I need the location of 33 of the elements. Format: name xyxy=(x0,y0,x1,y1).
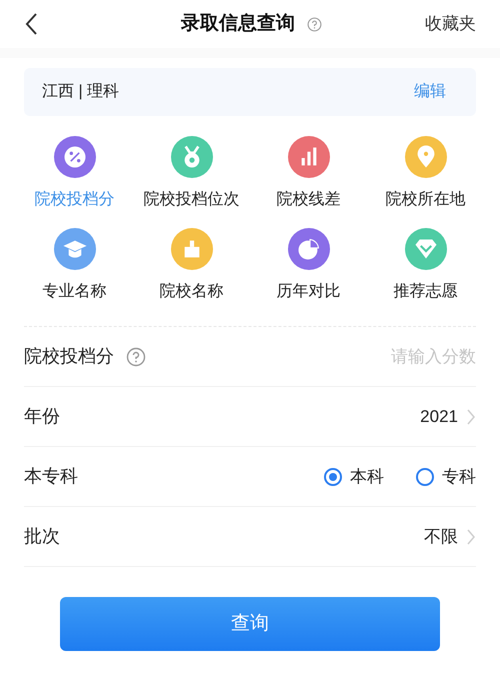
region-text: 江西 | 理科 xyxy=(42,82,120,102)
radio-button[interactable] xyxy=(416,468,434,486)
help-icon[interactable] xyxy=(307,16,322,32)
select-value[interactable]: 不限 xyxy=(424,524,476,550)
pie-icon xyxy=(288,228,330,270)
page-title: 录取信息查询 xyxy=(181,12,295,36)
cap-icon xyxy=(54,228,96,270)
medal-icon xyxy=(170,136,212,178)
category-item[interactable]: 专业名称 xyxy=(16,228,133,304)
radio-label[interactable]: 本科 xyxy=(350,464,384,490)
chart-icon xyxy=(288,136,330,178)
back-icon[interactable] xyxy=(24,12,38,36)
field-label: 本专科 xyxy=(24,465,78,488)
castle-icon xyxy=(170,228,212,270)
category-item[interactable]: 院校所在地 xyxy=(367,136,484,212)
field-label: 年份 xyxy=(24,405,60,428)
category-item[interactable]: 历年对比 xyxy=(250,228,367,304)
category-item[interactable]: 院校名称 xyxy=(133,228,250,304)
chevron-right-icon xyxy=(466,408,476,426)
percent-icon xyxy=(54,136,96,178)
category-item[interactable]: 推荐志愿 xyxy=(367,228,484,304)
category-item[interactable]: 院校线差 xyxy=(250,136,367,212)
radio-label[interactable]: 专科 xyxy=(442,464,476,490)
field-label: 院校投档分 xyxy=(24,345,114,368)
radio-button[interactable] xyxy=(324,468,342,486)
chevron-right-icon xyxy=(466,528,476,546)
favorites-link[interactable]: 收藏夹 xyxy=(425,11,476,37)
category-item[interactable]: 院校投档位次 xyxy=(133,136,250,212)
select-value[interactable]: 2021 xyxy=(420,404,476,430)
pin-icon xyxy=(404,136,446,178)
score-input-field[interactable]: 请输入分数 xyxy=(316,344,476,370)
help-icon[interactable] xyxy=(126,346,146,366)
field-label: 批次 xyxy=(24,525,60,548)
